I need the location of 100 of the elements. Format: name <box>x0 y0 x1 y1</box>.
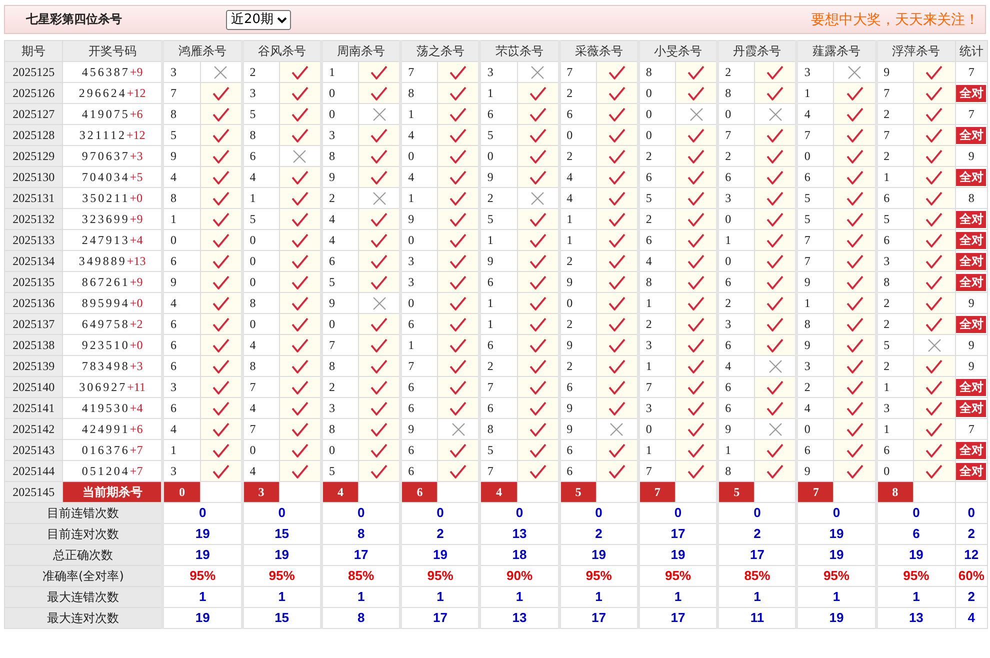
issue-cell: 2025126 <box>4 82 63 104</box>
column-header: 采薇杀号 <box>559 40 638 62</box>
summary-value: 12 <box>955 544 988 566</box>
current-pick-cell: 5 <box>718 482 755 502</box>
summary-value: 0 <box>638 502 718 524</box>
issue-cell: 2025129 <box>4 146 63 166</box>
current-pick-cell: 8 <box>876 482 914 502</box>
summary-value: 2 <box>718 524 797 544</box>
summary-value: 13 <box>480 524 560 544</box>
all-correct-tag: 全对 <box>956 210 986 228</box>
summary-value: 2 <box>559 524 638 544</box>
all-correct-tag: 全对 <box>956 316 986 332</box>
summary-value: 0 <box>400 502 480 524</box>
summary-value: 17 <box>559 608 638 628</box>
current-pick-cell: 0 <box>162 482 200 502</box>
column-header: 开奖号码 <box>62 40 163 62</box>
summary-value: 1 <box>559 586 638 608</box>
summary-value: 0 <box>480 502 560 524</box>
summary-value: 19 <box>400 544 480 566</box>
column-header: 期号 <box>4 40 63 62</box>
all-correct-tag: 全对 <box>956 462 986 480</box>
summary-value: 0 <box>242 502 322 524</box>
issue-cell: 2025125 <box>4 62 63 82</box>
summary-value: 2 <box>955 586 988 608</box>
issue-cell: 2025134 <box>4 250 63 272</box>
summary-value: 1 <box>876 586 956 608</box>
summary-value: 0 <box>559 502 638 524</box>
summary-value: 85% <box>321 566 401 586</box>
all-correct-tag: 全对 <box>956 84 986 102</box>
summary-value: 19 <box>162 544 242 566</box>
summary-value: 1 <box>796 586 876 608</box>
summary-value: 1 <box>162 586 242 608</box>
summary-value: 17 <box>638 524 718 544</box>
current-pick-cell: 6 <box>400 482 438 502</box>
summary-value: 13 <box>876 608 956 628</box>
summary-value: 2 <box>955 524 988 544</box>
summary-value: 85% <box>718 566 797 586</box>
column-header: 薤露杀号 <box>796 40 876 62</box>
stat-value: 7 <box>968 422 974 436</box>
issue-cell: 2025136 <box>4 292 63 314</box>
summary-value: 19 <box>162 608 242 628</box>
column-header: 浮萍杀号 <box>876 40 956 62</box>
summary-value: 6 <box>876 524 956 544</box>
summary-label: 最大连对次数 <box>4 608 163 628</box>
all-correct-tag: 全对 <box>956 252 986 270</box>
issue-cell: 2025138 <box>4 334 63 356</box>
summary-value: 1 <box>242 586 322 608</box>
stat-value: 7 <box>968 107 974 121</box>
summary-value: 1 <box>321 586 401 608</box>
issue-cell: 2025135 <box>4 272 63 292</box>
summary-value: 1 <box>638 586 718 608</box>
summary-value: 95% <box>559 566 638 586</box>
slogan-text: 要想中大奖，天天来关注！ <box>811 10 979 28</box>
stat-value: 9 <box>968 359 974 373</box>
issue-cell: 2025143 <box>4 440 63 460</box>
summary-value: 19 <box>796 544 876 566</box>
summary-value: 8 <box>321 524 401 544</box>
column-header: 鸿雁杀号 <box>162 40 242 62</box>
summary-value: 95% <box>162 566 242 586</box>
summary-value: 19 <box>559 544 638 566</box>
column-header: 荡之杀号 <box>400 40 480 62</box>
summary-value: 0 <box>718 502 797 524</box>
current-pick-cell: 5 <box>559 482 596 502</box>
stat-value: 7 <box>968 65 974 79</box>
period-select[interactable]: 近20期 <box>226 10 291 30</box>
current-pick-cell: 4 <box>321 482 359 502</box>
summary-value: 90% <box>480 566 560 586</box>
summary-value: 17 <box>638 608 718 628</box>
summary-value: 60% <box>955 566 988 586</box>
issue-cell: 2025144 <box>4 460 63 482</box>
summary-value: 19 <box>876 544 956 566</box>
summary-value: 0 <box>955 502 988 524</box>
current-pick-cell: 4 <box>480 482 518 502</box>
current-pick-cell: 3 <box>242 482 280 502</box>
all-correct-tag: 全对 <box>956 274 986 290</box>
issue-cell: 2025139 <box>4 356 63 376</box>
current-pick-label: 当前期杀号 <box>62 482 163 502</box>
summary-label: 目前连错次数 <box>4 502 163 524</box>
summary-value: 0 <box>876 502 956 524</box>
column-header: 周南杀号 <box>321 40 401 62</box>
summary-value: 1 <box>480 586 560 608</box>
issue-cell: 2025133 <box>4 230 63 250</box>
summary-value: 15 <box>242 524 322 544</box>
issue-cell: 2025140 <box>4 376 63 398</box>
stat-value: 8 <box>968 191 974 205</box>
summary-value: 95% <box>400 566 480 586</box>
stat-value: 9 <box>968 338 974 352</box>
summary-value: 0 <box>321 502 401 524</box>
summary-value: 19 <box>162 524 242 544</box>
summary-value: 1 <box>718 586 797 608</box>
summary-value: 13 <box>480 608 560 628</box>
summary-value: 8 <box>321 608 401 628</box>
summary-value: 18 <box>480 544 560 566</box>
issue-cell: 2025131 <box>4 188 63 208</box>
summary-value: 95% <box>876 566 956 586</box>
issue-cell: 2025145 <box>4 482 63 502</box>
summary-value: 17 <box>321 544 401 566</box>
summary-value: 0 <box>162 502 242 524</box>
all-correct-tag: 全对 <box>956 126 986 144</box>
summary-value: 95% <box>242 566 322 586</box>
